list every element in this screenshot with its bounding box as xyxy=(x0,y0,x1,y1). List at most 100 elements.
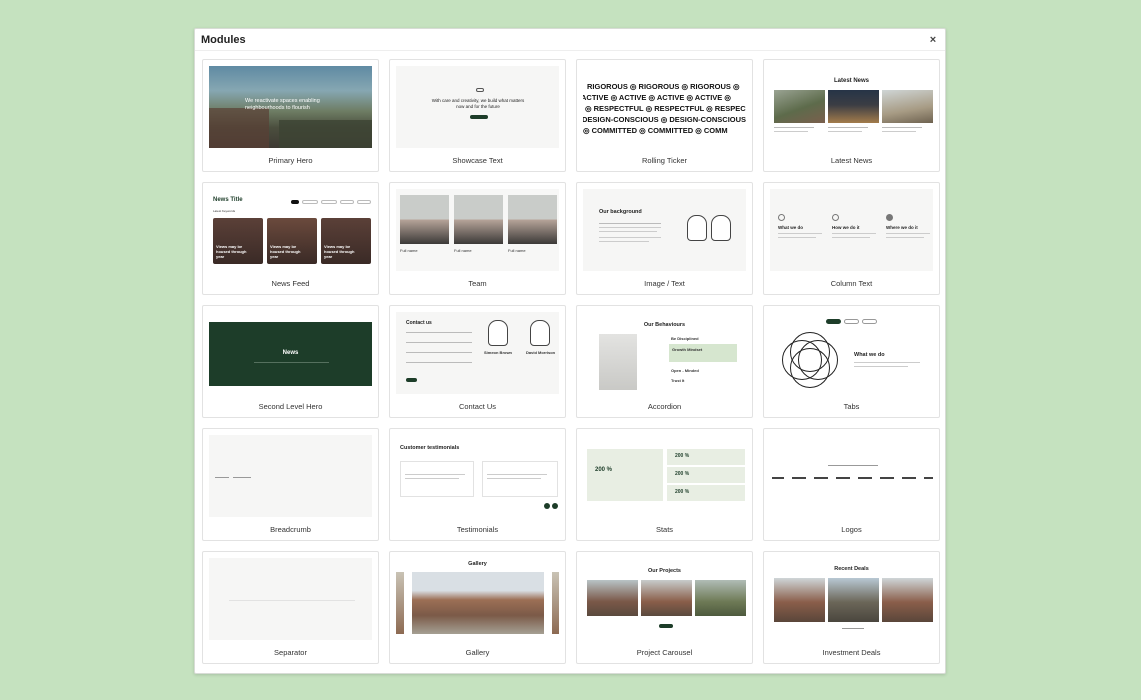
module-label: Investment Deals xyxy=(822,648,881,657)
news-feed-thumbnail: News Title Latest Keywords Views may be … xyxy=(209,189,372,271)
module-card-testimonials[interactable]: Customer testimonials Testimonials xyxy=(389,428,566,541)
column-heading: How we do it xyxy=(832,225,860,230)
team-photo xyxy=(400,195,449,244)
news-image xyxy=(774,90,825,123)
module-card-project-carousel[interactable]: Our Projects Project Carousel xyxy=(576,551,753,664)
tab-active xyxy=(826,319,841,324)
project-carousel-button xyxy=(659,624,673,628)
module-label: Testimonials xyxy=(456,525,499,534)
module-card-separator[interactable]: Separator xyxy=(202,551,379,664)
contact-heading: Contact us xyxy=(406,320,432,326)
module-label: Tabs xyxy=(843,402,860,411)
illustration-portrait xyxy=(711,215,731,241)
module-card-tabs[interactable]: What we do Tabs xyxy=(763,305,940,418)
ticker-row: ◎ COMMITTED ◎ COMMITTED ◎ COMM xyxy=(583,126,728,135)
stat-block: 200 % xyxy=(667,485,745,501)
module-label: Image / Text xyxy=(644,279,685,288)
news-feed-item: Views may be housed through year xyxy=(267,218,317,264)
second-hero-heading: News xyxy=(282,350,299,356)
module-card-logos[interactable]: Logos xyxy=(763,428,940,541)
module-card-news-feed[interactable]: News Title Latest Keywords Views may be … xyxy=(202,182,379,295)
gallery-image xyxy=(412,572,544,634)
flower-graphic xyxy=(782,332,838,388)
image-text-heading: Our background xyxy=(599,209,642,215)
module-label: Accordion xyxy=(647,402,682,411)
module-label: Team xyxy=(468,279,487,288)
news-image xyxy=(882,90,933,123)
testimonials-thumbnail: Customer testimonials xyxy=(396,435,559,517)
column-text-thumbnail: What we do How we do it Where we do it xyxy=(770,189,933,271)
team-photo xyxy=(508,195,557,244)
project-carousel-thumbnail: Our Projects xyxy=(583,558,746,640)
contact-person-name: David Morrison xyxy=(526,350,556,355)
module-label: Primary Hero xyxy=(268,156,313,165)
project-image xyxy=(587,580,638,616)
module-card-breadcrumb[interactable]: Breadcrumb xyxy=(202,428,379,541)
module-card-gallery[interactable]: Gallery Gallery xyxy=(389,551,566,664)
investment-deals-heading: Recent Deals xyxy=(834,566,869,572)
breadcrumb-thumbnail xyxy=(209,435,372,517)
gallery-image xyxy=(396,572,404,634)
investment-deals-thumbnail: Recent Deals xyxy=(770,558,933,640)
carousel-prev-icon xyxy=(544,503,550,509)
filter-pill xyxy=(302,200,318,204)
gallery-heading: Gallery xyxy=(468,561,487,567)
deal-image xyxy=(882,578,933,622)
module-card-showcase-text[interactable]: With care and creativity, we build what … xyxy=(389,59,566,172)
module-label: Column Text xyxy=(830,279,873,288)
tabs-thumbnail: What we do xyxy=(770,312,933,394)
module-card-column-text[interactable]: What we do How we do it Where we do it C… xyxy=(763,182,940,295)
second-level-hero-thumbnail: News xyxy=(209,322,372,386)
stats-thumbnail: 200 % 200 % 200 % 200 % xyxy=(583,435,746,517)
link-icon xyxy=(476,88,484,92)
accordion-item: Trust It xyxy=(671,378,685,383)
team-thumbnail: Full name Full name Full name xyxy=(396,189,559,271)
carousel-next-icon xyxy=(552,503,558,509)
news-feed-item: Views may be housed through year xyxy=(213,218,263,264)
hero-text: We reactivate spaces enabling neighbourh… xyxy=(245,98,320,111)
news-feed-subheading: Latest Keywords xyxy=(213,209,236,213)
module-label: Stats xyxy=(655,525,674,534)
module-card-team[interactable]: Full name Full name Full name Team xyxy=(389,182,566,295)
close-icon[interactable]: × xyxy=(927,34,939,46)
news-feed-heading: News Title xyxy=(213,197,243,203)
module-card-image-text[interactable]: Our background Image / Text xyxy=(576,182,753,295)
testimonials-heading: Customer testimonials xyxy=(400,445,460,451)
project-image xyxy=(641,580,692,616)
column-icon xyxy=(778,214,785,221)
filter-pill-active xyxy=(291,200,299,204)
module-label: Breadcrumb xyxy=(270,525,311,534)
stat-block: 200 % xyxy=(667,467,745,483)
module-card-investment-deals[interactable]: Recent Deals Investment Deals xyxy=(763,551,940,664)
showcase-text-thumbnail: With care and creativity, we build what … xyxy=(396,66,559,148)
contact-submit-button xyxy=(406,378,417,382)
team-member-name: Full name xyxy=(400,248,418,253)
ticker-row: DESIGN-CONSCIOUS ◎ DESIGN-CONSCIOUS ◎ xyxy=(583,115,746,124)
latest-news-thumbnail: Latest News xyxy=(770,66,933,148)
accordion-thumbnail: Our Behaviours Be Disciplined Growth Min… xyxy=(583,312,746,394)
module-card-accordion[interactable]: Our Behaviours Be Disciplined Growth Min… xyxy=(576,305,753,418)
module-card-second-level-hero[interactable]: News Second Level Hero xyxy=(202,305,379,418)
accordion-image xyxy=(599,334,637,390)
column-icon xyxy=(886,214,893,221)
module-card-primary-hero[interactable]: We reactivate spaces enabling neighbourh… xyxy=(202,59,379,172)
module-card-contact-us[interactable]: Contact us Simeon Brown David Morrison C… xyxy=(389,305,566,418)
module-label: Gallery xyxy=(465,648,490,657)
news-image xyxy=(828,90,879,123)
column-icon xyxy=(832,214,839,221)
tabs-heading: What we do xyxy=(854,352,885,358)
module-card-latest-news[interactable]: Latest News Latest News xyxy=(763,59,940,172)
ticker-row: ◎ RESPECTFUL ◎ RESPECTFUL ◎ RESPEC xyxy=(585,104,746,113)
accordion-heading: Our Behaviours xyxy=(643,322,686,328)
module-card-stats[interactable]: 200 % 200 % 200 % 200 % Stats xyxy=(576,428,753,541)
contact-us-thumbnail: Contact us Simeon Brown David Morrison xyxy=(396,312,559,394)
module-label: Separator xyxy=(274,648,307,657)
modules-dialog: Modules × We reactivate spaces enabling … xyxy=(194,28,946,674)
module-label: Latest News xyxy=(830,156,873,165)
module-card-rolling-ticker[interactable]: RIGOROUS ◎ RIGOROUS ◎ RIGOROUS ◎ ACTIVE … xyxy=(576,59,753,172)
latest-news-heading: Latest News xyxy=(833,78,869,84)
tab xyxy=(844,319,859,324)
separator-thumbnail xyxy=(209,558,372,640)
testimonial-card xyxy=(400,461,474,497)
accordion-item-open: Growth Mindset xyxy=(669,344,737,362)
